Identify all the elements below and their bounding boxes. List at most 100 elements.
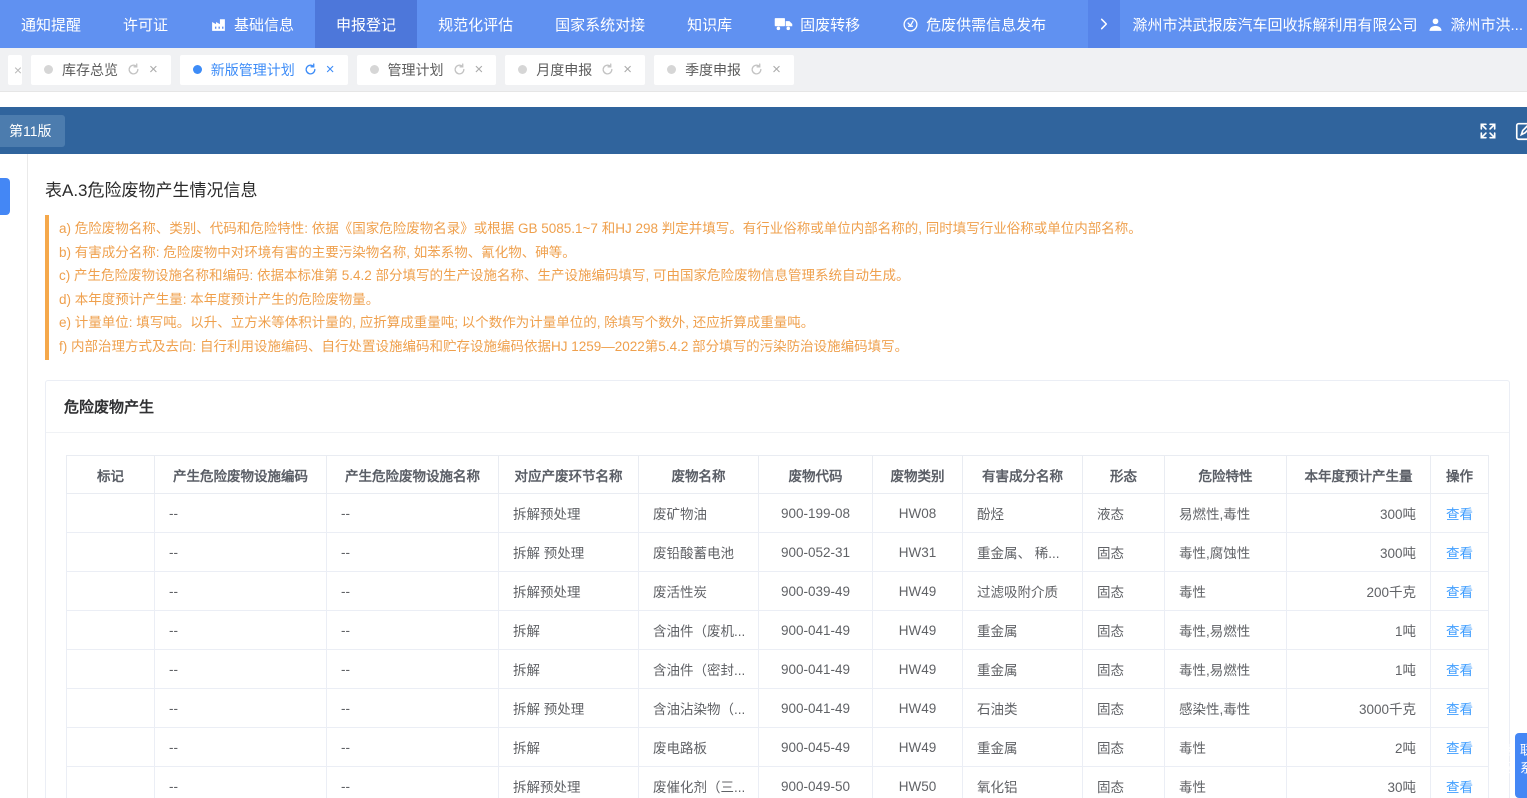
table-cell: --: [327, 572, 499, 611]
close-icon[interactable]: ×: [326, 62, 335, 77]
refresh-icon[interactable]: [601, 63, 614, 76]
page-title: 表A.3危险废物产生情况信息: [45, 176, 1510, 201]
close-icon[interactable]: ×: [14, 62, 22, 78]
company-name: 滁州市洪武报废汽车回收拆解利用有限公司: [1120, 14, 1427, 35]
view-link[interactable]: 查看: [1446, 585, 1473, 600]
view-link[interactable]: 查看: [1446, 546, 1473, 561]
column-header: 形态: [1083, 456, 1165, 494]
table-cell-action: 查看: [1431, 767, 1489, 798]
table-cell: 毒性: [1165, 767, 1287, 798]
table-cell: HW49: [873, 611, 963, 650]
nav-item-label: 危废供需信息发布: [926, 14, 1046, 35]
table-cell-action: 查看: [1431, 689, 1489, 728]
table-cell: 900-039-49: [759, 572, 873, 611]
section-title: 危险废物产生: [64, 399, 154, 416]
nav-item-4[interactable]: 规范化评估: [417, 0, 534, 48]
table-cell: 拆解 预处理: [499, 689, 639, 728]
tab-2[interactable]: 管理计划×: [357, 55, 497, 85]
table-row: ----拆解 预处理含油沾染物（...900-041-49HW49石油类固态感染…: [67, 689, 1489, 728]
tab-label: 季度申报: [685, 60, 741, 80]
note-line-3: d) 本年度预计产生量: 本年度预计产生的危险废物量。: [59, 288, 1510, 312]
table-cell-action: 查看: [1431, 494, 1489, 533]
nav-item-8[interactable]: 危废供需信息发布: [881, 0, 1067, 48]
tab-status-dot: [667, 65, 676, 74]
table-header-row: 标记产生危险废物设施编码产生危险废物设施名称对应产废环节名称废物名称废物代码废物…: [67, 456, 1489, 494]
table-cell-action: 查看: [1431, 650, 1489, 689]
table-cell: --: [327, 689, 499, 728]
nav-item-2[interactable]: 基础信息: [189, 0, 315, 48]
user-account[interactable]: 滁州市洪...: [1427, 14, 1527, 35]
table-cell: 900-052-31: [759, 533, 873, 572]
factory-icon: [210, 16, 227, 33]
tab-4[interactable]: 季度申报 ×: [654, 55, 794, 85]
edit-icon[interactable]: [1514, 120, 1527, 142]
table-cell: 900-041-49: [759, 650, 873, 689]
column-header: 产生危险废物设施名称: [327, 456, 499, 494]
refresh-icon[interactable]: [453, 63, 466, 76]
table-cell: HW49: [873, 728, 963, 767]
view-link[interactable]: 查看: [1446, 741, 1473, 756]
view-link[interactable]: 查看: [1446, 624, 1473, 639]
tab-status-dot: [370, 65, 379, 74]
column-header: 对应产废环节名称: [499, 456, 639, 494]
breadcrumb-chevron[interactable]: [1088, 0, 1120, 48]
nav-item-9[interactable]: 账号管理: [1067, 0, 1088, 48]
nav-items: 通知提醒许可证基础信息申报登记规范化评估国家系统对接知识库固废转移 危废供需信息发…: [0, 0, 1088, 48]
close-icon[interactable]: ×: [623, 62, 632, 77]
close-icon[interactable]: ×: [772, 62, 781, 77]
fullscreen-icon[interactable]: [1478, 121, 1498, 141]
table-cell: [67, 650, 155, 689]
view-link[interactable]: 查看: [1446, 702, 1473, 717]
table-cell-action: 查看: [1431, 572, 1489, 611]
view-link[interactable]: 查看: [1446, 507, 1473, 522]
table-row: ----拆解 预处理废铅酸蓄电池900-052-31HW31重金属、 稀...固…: [67, 533, 1489, 572]
table-cell: 固态: [1083, 572, 1165, 611]
refresh-icon[interactable]: [127, 63, 140, 76]
refresh-icon[interactable]: [304, 63, 317, 76]
table-cell: 固态: [1083, 611, 1165, 650]
table-cell: 感染性,毒性: [1165, 689, 1287, 728]
nav-item-5[interactable]: 国家系统对接: [534, 0, 666, 48]
note-line-0: a) 危险废物名称、类别、代码和危险特性: 依据《国家危险废物名录》或根据 GB…: [59, 217, 1510, 241]
tab-label: 库存总览: [62, 60, 118, 80]
nav-item-0[interactable]: 通知提醒: [0, 0, 102, 48]
view-link[interactable]: 查看: [1446, 663, 1473, 678]
table-cell: 废活性炭: [639, 572, 759, 611]
table-cell: 石油类: [963, 689, 1083, 728]
table-cell: 3000千克: [1287, 689, 1431, 728]
version-chip[interactable]: 第11版: [0, 115, 65, 147]
side-drawer-handle[interactable]: [0, 178, 10, 215]
table-cell: --: [327, 767, 499, 798]
table-cell: --: [155, 728, 327, 767]
tab-1[interactable]: 新版管理计划×: [180, 55, 348, 85]
table-cell: 重金属、 稀...: [963, 533, 1083, 572]
table-cell: [67, 611, 155, 650]
nav-item-label: 通知提醒: [21, 14, 81, 35]
column-header: 产生危险废物设施编码: [155, 456, 327, 494]
contact-service-button[interactable]: 联系客服: [1515, 733, 1527, 798]
tab-3[interactable]: 月度申报 ×: [505, 55, 645, 85]
table-cell: 毒性: [1165, 572, 1287, 611]
table-cell: --: [327, 494, 499, 533]
view-link[interactable]: 查看: [1446, 780, 1473, 795]
column-header: 废物代码: [759, 456, 873, 494]
column-header: 有害成分名称: [963, 456, 1083, 494]
table-cell: 1吨: [1287, 611, 1431, 650]
table-cell: --: [155, 689, 327, 728]
nav-item-1[interactable]: 许可证: [102, 0, 189, 48]
refresh-icon[interactable]: [750, 63, 763, 76]
clipped-tab[interactable]: ×: [8, 55, 22, 85]
tab-label: 月度申报: [536, 60, 592, 80]
table-cell: 300吨: [1287, 494, 1431, 533]
table-cell: 900-041-49: [759, 689, 873, 728]
waste-table: 标记产生危险废物设施编码产生危险废物设施名称对应产废环节名称废物名称废物代码废物…: [66, 455, 1489, 798]
tab-0[interactable]: 库存总览 ×: [31, 55, 171, 85]
close-icon[interactable]: ×: [149, 62, 158, 77]
table-cell: 拆解: [499, 650, 639, 689]
close-icon[interactable]: ×: [475, 62, 484, 77]
nav-item-3[interactable]: 申报登记: [315, 0, 417, 48]
nav-item-6[interactable]: 知识库: [666, 0, 753, 48]
table-cell: --: [155, 533, 327, 572]
table-row: ----拆解含油件（废机...900-041-49HW49重金属固态毒性,易燃性…: [67, 611, 1489, 650]
nav-item-7[interactable]: 固废转移: [753, 0, 881, 48]
